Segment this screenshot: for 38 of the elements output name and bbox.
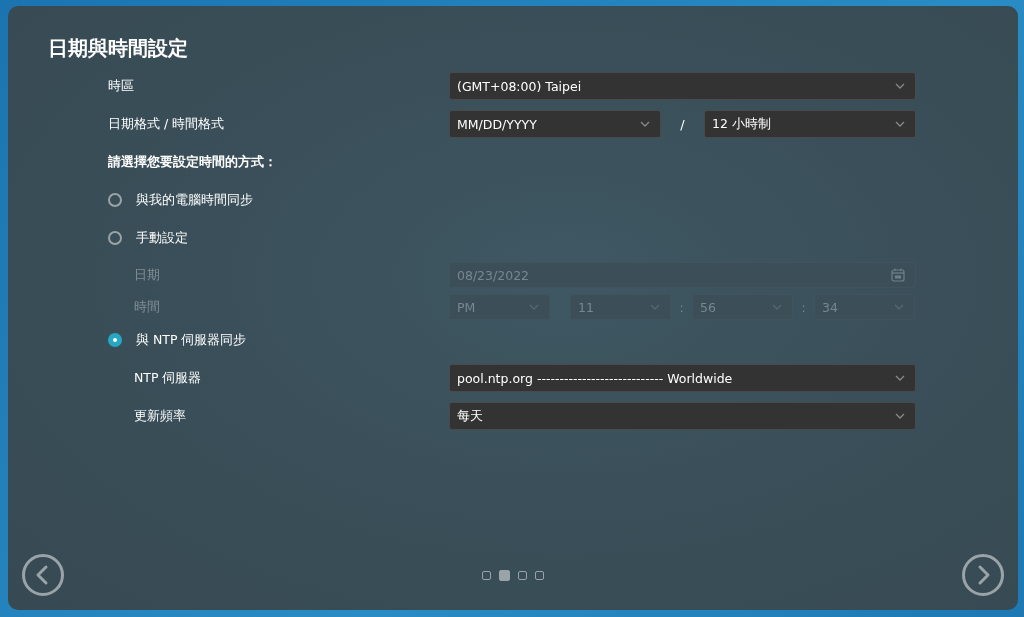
separator-text: / [679,116,686,132]
dropdown[interactable]: pool.ntp.org ---------------------------- Worldwide [449,364,916,392]
dropdown[interactable]: (GMT+08:00) Taipei [449,72,916,100]
radio-button[interactable] [108,231,122,245]
dropdown[interactable]: 12 小時制 [704,110,916,138]
field-label: 時間 [134,298,161,316]
chevron-down-icon [895,413,905,419]
chevron-down-icon [894,304,904,310]
chevron-down-icon [772,304,782,310]
radio-label: 與我的電腦時間同步 [136,191,253,209]
dropdown[interactable]: 每天 [449,402,916,430]
chevron-down-icon [895,375,905,381]
chevron-down-icon [650,304,660,310]
field-label: 時區 [108,77,135,95]
next-button[interactable] [962,554,1004,596]
field-label: NTP 伺服器 [134,369,203,387]
page-indicator[interactable] [518,570,527,580]
radio-button[interactable] [108,193,122,207]
chevron-down-icon [640,121,650,127]
page-indicator[interactable] [499,569,510,581]
separator-text: : [678,299,685,315]
radio-button[interactable] [108,333,122,347]
radio-label: 手動設定 [136,229,188,247]
calendar-icon [891,268,905,282]
page-indicator[interactable] [535,570,544,580]
field-label: 更新頻率 [134,407,187,425]
field-label: 日期 [134,266,161,284]
radio-label: 與 NTP 伺服器同步 [136,331,247,349]
previous-button[interactable] [22,554,64,596]
separator-text: : [800,299,807,315]
field-label: 日期格式 / 時間格式 [108,115,226,133]
chevron-down-icon [895,121,905,127]
chevron-down-icon [529,304,539,310]
chevron-down-icon [895,83,905,89]
page-indicator[interactable] [482,570,491,580]
dialog-title: 日期與時間設定 [48,36,189,60]
dropdown[interactable]: MM/DD/YYYY [449,110,661,138]
section-heading: 請選擇您要設定時間的方式： [108,153,277,171]
